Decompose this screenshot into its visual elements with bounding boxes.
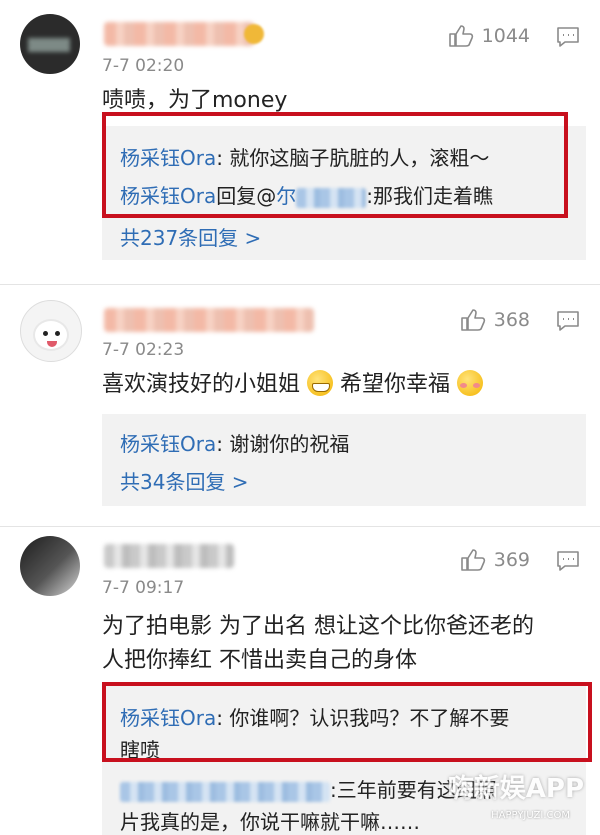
username-blurred[interactable] bbox=[104, 308, 314, 332]
thumbs-up-icon bbox=[448, 25, 473, 47]
comment-icon[interactable] bbox=[556, 550, 580, 572]
watermark-logo: 嗨新娱APP bbox=[447, 774, 584, 804]
comment-1: 7-7 02:20 1044 啧啧，为了money 杨采钰Ora: 就你这脑子肮… bbox=[0, 0, 600, 280]
reply-author-blurred[interactable] bbox=[120, 781, 330, 802]
reply-text: 片我真的是，你说干嘛就干嘛…… bbox=[120, 810, 420, 834]
highlight-box bbox=[102, 112, 568, 218]
avatar[interactable] bbox=[20, 300, 82, 362]
reply-line: :三年前要有这组照 bbox=[120, 774, 497, 803]
comment-2: 7-7 02:23 368 喜欢演技好的小姐姐 希望你幸福 杨采钰Ora: 谢谢… bbox=[0, 284, 600, 524]
vip-badge-icon bbox=[244, 24, 264, 44]
thumbs-up-icon bbox=[460, 309, 485, 331]
comment-icon[interactable] bbox=[556, 310, 580, 332]
reply-line: 杨采钰Ora: 谢谢你的祝福 bbox=[120, 432, 350, 456]
comment-time: 7-7 02:20 bbox=[102, 56, 185, 76]
watermark-sub: HAPPYJUZI.COM bbox=[491, 810, 570, 821]
comment-icon[interactable] bbox=[556, 26, 580, 48]
like-count: 369 bbox=[493, 549, 530, 571]
thumbs-up-icon bbox=[460, 549, 485, 571]
like-count: 368 bbox=[493, 309, 530, 331]
comment-time: 7-7 02:23 bbox=[102, 340, 185, 360]
avatar[interactable] bbox=[20, 14, 80, 74]
reply-box[interactable]: 杨采钰Ora: 谢谢你的祝福 共34条回复 > bbox=[102, 414, 586, 506]
reply-line: 片我真的是，你说干嘛就干嘛…… bbox=[120, 806, 420, 835]
username-blurred[interactable] bbox=[104, 544, 234, 568]
like-button[interactable]: 368 bbox=[460, 308, 530, 332]
more-replies-link[interactable]: 共237条回复 > bbox=[120, 222, 261, 251]
like-button[interactable]: 369 bbox=[460, 548, 530, 572]
username-blurred[interactable] bbox=[104, 22, 254, 46]
comment-text-line: 为了拍电影 为了出名 想让这个比你爸还老的 bbox=[102, 614, 534, 639]
more-replies-link[interactable]: 共34条回复 > bbox=[120, 466, 249, 495]
grin-emoji-icon bbox=[307, 370, 334, 396]
highlight-box bbox=[102, 682, 592, 762]
like-button[interactable]: 1044 bbox=[448, 24, 530, 48]
reply-text: 谢谢你的祝福 bbox=[229, 432, 350, 456]
avatar[interactable] bbox=[20, 536, 80, 596]
blushing-emoji-icon bbox=[457, 370, 484, 396]
comment-text: 喜欢演技好的小姐姐 希望你幸福 bbox=[102, 368, 484, 402]
reply-author-link[interactable]: 杨采钰Ora bbox=[120, 432, 216, 456]
like-count: 1044 bbox=[481, 25, 530, 47]
comment-time: 7-7 09:17 bbox=[102, 578, 185, 598]
comment-text-line: 人把你捧红 不惜出卖自己的身体 bbox=[102, 648, 417, 673]
